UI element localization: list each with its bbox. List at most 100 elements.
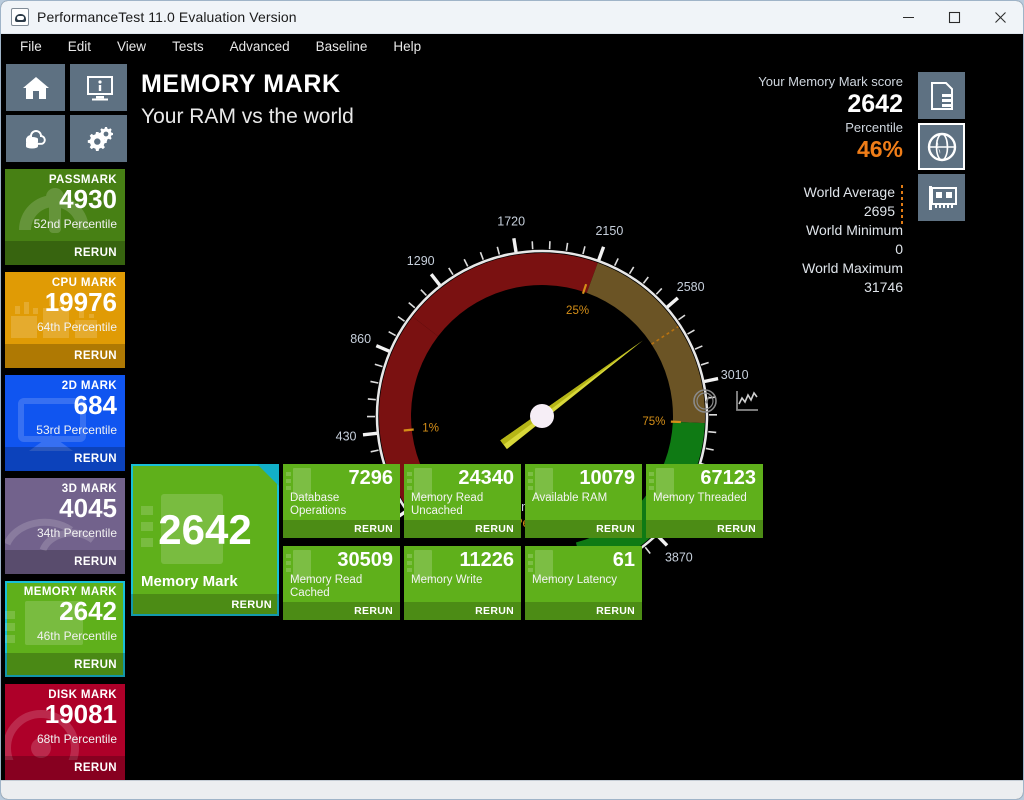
results-subrow-1: 7296 Database Operations RERUN 24340 Mem… xyxy=(283,464,763,538)
result-rerun-button[interactable]: RERUN xyxy=(646,520,763,538)
memory-detail-button[interactable] xyxy=(918,72,965,119)
app-window: PerformanceTest 11.0 Evaluation Version … xyxy=(0,0,1024,800)
tile-score: 19081 xyxy=(44,699,117,729)
result-tile-memory-read-uncached[interactable]: 24340 Memory Read Uncached RERUN xyxy=(404,464,521,538)
memory-detail-icon xyxy=(930,81,953,110)
result-value: 24340 xyxy=(458,467,514,489)
menu-item-edit[interactable]: Edit xyxy=(55,37,104,56)
tile-rerun-button[interactable]: RERUN xyxy=(5,447,125,471)
result-rerun-label: RERUN xyxy=(596,523,635,535)
result-tile-available-ram[interactable]: 10079 Available RAM RERUN xyxy=(525,464,642,538)
home-icon xyxy=(22,76,49,99)
svg-text:860: 860 xyxy=(350,332,371,346)
sidebar-tile-cpu-mark[interactable]: CPU MARK 19976 64th Percentile RERUN xyxy=(5,272,125,368)
tile-percentile: 53rd Percentile xyxy=(36,423,117,437)
tile-percentile: 68th Percentile xyxy=(36,732,117,746)
menu-item-help[interactable]: Help xyxy=(380,37,434,56)
tile-rerun-button[interactable]: RERUN xyxy=(5,653,125,677)
result-value: 7296 xyxy=(348,467,394,489)
score-value: 2642 xyxy=(847,90,903,118)
result-label: Memory Latency xyxy=(532,574,618,586)
close-button[interactable] xyxy=(977,1,1023,34)
tile-rerun-button[interactable]: RERUN xyxy=(5,550,125,574)
sidebar-tile-passmark[interactable]: PASSMARK 4930 52nd Percentile RERUN xyxy=(5,169,125,265)
result-value: 61 xyxy=(612,549,635,571)
result-value: 2642 xyxy=(158,506,252,553)
result-rerun-button[interactable]: RERUN xyxy=(525,602,642,620)
sidebar-tile-2d-mark[interactable]: 2D MARK 684 53rd Percentile RERUN xyxy=(5,375,125,471)
gauge-view-icon xyxy=(693,389,717,413)
result-tile-memory-threaded[interactable]: 67123 Memory Threaded RERUN xyxy=(646,464,763,538)
svg-text:1290: 1290 xyxy=(407,254,435,268)
result-rerun-label: RERUN xyxy=(354,605,393,617)
results-tiles: 2642 Memory Mark RERUN 7296 Database Ope… xyxy=(131,464,763,628)
world-maximum-value: 31746 xyxy=(864,278,903,295)
result-rerun-button[interactable]: RERUN xyxy=(131,594,279,616)
svg-text:1720: 1720 xyxy=(497,214,525,228)
world-maximum-label: World Maximum xyxy=(802,259,903,276)
result-value: 10079 xyxy=(579,467,635,489)
globe-icon xyxy=(927,132,956,161)
menu-item-advanced[interactable]: Advanced xyxy=(217,37,303,56)
chart-view-button[interactable] xyxy=(734,388,760,414)
system-info-button[interactable] xyxy=(70,64,129,111)
result-label: Database Operations xyxy=(290,492,347,518)
expansion-card-icon xyxy=(928,185,957,210)
sidebar-tile-3d-mark[interactable]: 3D MARK 4045 34th Percentile RERUN xyxy=(5,478,125,574)
world-average-row: World Average 2695 xyxy=(653,183,903,225)
svg-text:25%: 25% xyxy=(566,305,589,317)
result-tile-memory-read-cached[interactable]: 30509 Memory Read Cached RERUN xyxy=(283,546,400,620)
result-label: Available RAM xyxy=(532,492,608,504)
globe-button[interactable] xyxy=(918,123,965,170)
maximize-button[interactable] xyxy=(931,1,977,34)
result-tile-memory-write[interactable]: 11226 Memory Write RERUN xyxy=(404,546,521,620)
status-bar xyxy=(1,780,1023,799)
tile-rerun-button[interactable]: RERUN xyxy=(5,756,125,780)
result-rerun-button[interactable]: RERUN xyxy=(283,520,400,538)
baselines-button[interactable] xyxy=(6,115,65,162)
stats-panel: Your Memory Mark score 2642 Percentile 4… xyxy=(653,74,903,296)
chart-view-icon xyxy=(736,391,758,411)
cloud-database-icon xyxy=(25,129,46,148)
performancetest-icon xyxy=(11,8,29,26)
result-value: 30509 xyxy=(337,549,393,571)
tile-rerun-button[interactable]: RERUN xyxy=(5,344,125,368)
tile-percentile: 52nd Percentile xyxy=(33,217,117,231)
svg-text:1%: 1% xyxy=(422,423,439,435)
tile-score: 4045 xyxy=(59,493,117,523)
home-button[interactable] xyxy=(6,64,65,111)
tile-rerun-button[interactable]: RERUN xyxy=(5,241,125,265)
result-rerun-label: RERUN xyxy=(475,605,514,617)
result-rerun-button[interactable]: RERUN xyxy=(525,520,642,538)
tile-percentile: 64th Percentile xyxy=(36,320,117,334)
result-tile-memory-latency[interactable]: 61 Memory Latency RERUN xyxy=(525,546,642,620)
results-subrow-2: 30509 Memory Read Cached RERUN 11226 Mem… xyxy=(283,546,763,620)
result-rerun-label: RERUN xyxy=(475,523,514,535)
body-area: PASSMARK 4930 52nd Percentile RERUN CPU … xyxy=(1,58,1023,780)
sidebar-tile-memory-mark[interactable]: MEMORY MARK 2642 46th Percentile RERUN xyxy=(5,581,125,677)
result-rerun-button[interactable]: RERUN xyxy=(283,602,400,620)
result-label: Memory Read Uncached xyxy=(411,492,484,518)
result-label: Memory Mark xyxy=(141,572,238,590)
hardware-details-button[interactable] xyxy=(918,174,965,221)
svg-text:430: 430 xyxy=(336,430,357,444)
menu-item-file[interactable]: File xyxy=(7,37,55,56)
result-rerun-button[interactable]: RERUN xyxy=(404,520,521,538)
menu-item-view[interactable]: View xyxy=(104,37,159,56)
world-minimum-value: 0 xyxy=(895,240,903,257)
tile-score: 2642 xyxy=(59,596,117,626)
sidebar-tile-disk-mark[interactable]: DISK MARK 19081 68th Percentile RERUN xyxy=(5,684,125,780)
minimize-button[interactable] xyxy=(885,1,931,34)
svg-text:3010: 3010 xyxy=(721,368,749,382)
preferences-button[interactable] xyxy=(70,115,129,162)
result-rerun-button[interactable]: RERUN xyxy=(404,602,521,620)
menu-bar: File Edit View Tests Advanced Baseline H… xyxy=(1,34,1023,58)
menu-item-baseline[interactable]: Baseline xyxy=(303,37,381,56)
gauge-view-button[interactable] xyxy=(692,388,718,414)
result-value: 67123 xyxy=(700,467,756,489)
result-tile-database-operations[interactable]: 7296 Database Operations RERUN xyxy=(283,464,400,538)
result-rerun-label: RERUN xyxy=(354,523,393,535)
world-minimum-label: World Minimum xyxy=(806,221,903,238)
result-tile-memory-mark[interactable]: 2642 Memory Mark RERUN xyxy=(131,464,279,616)
menu-item-tests[interactable]: Tests xyxy=(159,37,217,56)
